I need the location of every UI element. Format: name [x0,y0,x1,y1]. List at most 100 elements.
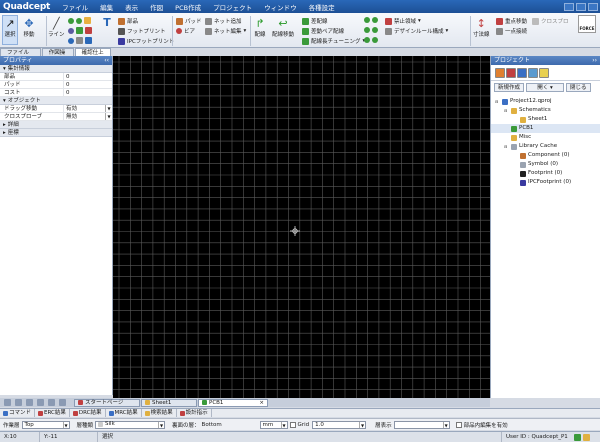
circle-icon[interactable] [68,17,74,24]
tree-item[interactable]: ⊟ Library Cache [491,142,600,151]
point-icon[interactable] [68,37,74,44]
tab-sheet1[interactable]: Sheet1 [141,398,197,407]
menu-window[interactable]: ウィンドウ [258,2,303,12]
line-tool-button[interactable]: ╱ ライン [48,16,65,39]
menu-draw[interactable]: 作図 [144,2,169,12]
coords-section-header[interactable]: ▸ 座標 [0,129,112,137]
maximize-button[interactable] [576,2,586,11]
length-tune-button[interactable]: 配線長チューニング ▾ [302,37,365,45]
open-button[interactable]: 開く ▾ [526,83,565,92]
tab-file-ops[interactable]: ファイル操作 [0,48,41,64]
tree-item[interactable]: Sheet1 [491,115,600,124]
design-rule-button[interactable]: デザインルール構成 ▾ [385,27,448,35]
menu-project[interactable]: プロジェクト [207,2,258,12]
tab-drc[interactable]: DRC結果 [70,409,106,417]
grid-checkbox[interactable] [289,421,296,428]
tree-item[interactable]: Footprint (0) [491,169,600,178]
keepout-button[interactable]: 禁止領域 ▾ [385,17,421,25]
tab-mrc[interactable]: MRC結果 [106,409,142,417]
new-project-icon[interactable] [495,68,505,78]
create-button[interactable]: 新規作成 [494,83,525,92]
layer-select[interactable]: Top ▼ [21,420,70,429]
refresh-icon[interactable] [372,17,378,23]
check-icon[interactable] [364,17,370,23]
pcb-icon[interactable] [528,68,538,78]
close-button[interactable] [588,2,598,11]
drag-move-select[interactable]: 有効 ▼ [64,105,112,112]
folder-icon[interactable] [539,68,549,78]
one-point-button[interactable]: 一点接続 [496,27,527,35]
tab-finish[interactable]: 確認仕上げ [74,48,111,64]
settings-icon[interactable] [59,399,66,406]
tab-start-page[interactable]: スタートページ [74,398,140,407]
layer-type-select[interactable]: Silk ▼ [95,420,166,429]
tab-pcb1[interactable]: PCB1 × [198,398,268,407]
cross-probe-select[interactable]: 無効 ▼ [64,113,112,120]
connect-icon[interactable] [372,27,378,33]
move-tool-button[interactable]: ✥ 移動 [22,16,36,39]
tab-nav-icon[interactable] [26,399,33,406]
inner-edit-checkbox[interactable] [455,421,462,428]
menu-settings[interactable]: 各種設定 [303,2,341,12]
tree-item[interactable]: Symbol (0) [491,160,600,169]
cross-probe-button[interactable]: クロスプロ [532,17,569,25]
tree-item[interactable]: Misc [491,133,600,142]
close-tab-icon[interactable]: × [259,399,264,407]
zoom-out-icon[interactable] [48,399,55,406]
net-add-button[interactable]: ネット追加 [205,17,242,25]
close-project-button[interactable]: 閉じる [566,83,591,92]
schematic-icon[interactable] [506,68,516,78]
menu-pcb[interactable]: PCB作成 [169,2,207,12]
table-icon[interactable] [85,37,92,44]
tab-nav-icon[interactable] [15,399,22,406]
auto-route-button[interactable]: 差配線 [302,17,328,25]
pin-icon[interactable]: ‹‹ [104,56,109,65]
menu-view[interactable]: 表示 [119,2,144,12]
diff-pair-button[interactable]: 差動ペア配線 [302,27,344,35]
tab-nav-icon[interactable] [4,399,11,406]
ellipse-icon[interactable] [68,27,74,34]
footprint-button[interactable]: フットプリント [118,27,166,35]
pad-button[interactable]: パッド [176,17,202,25]
lock-icon[interactable] [372,37,378,43]
grid-select[interactable]: 1.0 ▼ [312,420,367,429]
force-button[interactable]: FORCE [578,15,596,33]
tree-item[interactable]: PCB1 [491,124,600,133]
rect-icon[interactable] [76,27,83,34]
layer-view-select[interactable]: ▼ [393,420,450,429]
text-tool-button[interactable]: T [100,15,114,29]
arc-icon[interactable] [76,17,82,24]
tree-item[interactable]: Component (0) [491,151,600,160]
object-section-header[interactable]: ▾ オブジェクト [0,97,112,105]
summary-section-header[interactable]: ▾ 集計情報 [0,65,112,73]
tree-item[interactable]: ⊟ Schematics [491,106,600,115]
unit-select[interactable]: mm ▼ [259,420,288,429]
tab-erc[interactable]: ERC結果 [35,409,70,417]
select-tool-button[interactable]: ↗ 選択 [2,15,18,45]
menu-edit[interactable]: 編集 [94,2,119,12]
tab-design-note[interactable]: 設計指示 [177,409,212,417]
polygon-icon[interactable] [84,17,91,24]
layer-icon[interactable] [364,27,370,33]
image-icon[interactable] [76,37,83,44]
tree-item[interactable]: ⊟ Project12.qproj [491,97,600,106]
route-button[interactable]: ↱ 配線 [253,16,267,39]
ipc-footprint-button[interactable]: IPCフットプリント [118,37,174,45]
dimension-button[interactable]: ↕ 寸法線 [473,16,490,39]
tab-command[interactable]: コマンド [0,409,36,417]
tab-search[interactable]: 検索結果 [142,409,177,417]
menu-file[interactable]: ファイル [56,2,94,12]
library-icon[interactable] [517,68,527,78]
fill-icon[interactable] [85,27,92,34]
tab-draw-ops[interactable]: 作図操作 [41,48,74,64]
part-button[interactable]: 部品 [118,17,138,25]
drc-icon[interactable] [364,37,370,43]
minimize-button[interactable] [564,2,574,11]
pin-icon[interactable]: ›› [592,56,597,65]
route-move-button[interactable]: ↩ 配線移動 [272,16,294,39]
zoom-icon[interactable] [37,399,44,406]
tree-item[interactable]: IPCFootprint (0) [491,178,600,187]
net-edit-button[interactable]: ネット編集 ▾ [205,27,246,35]
pcb-canvas[interactable] [113,56,490,398]
point-move-button[interactable]: 重点移動 [496,17,527,25]
